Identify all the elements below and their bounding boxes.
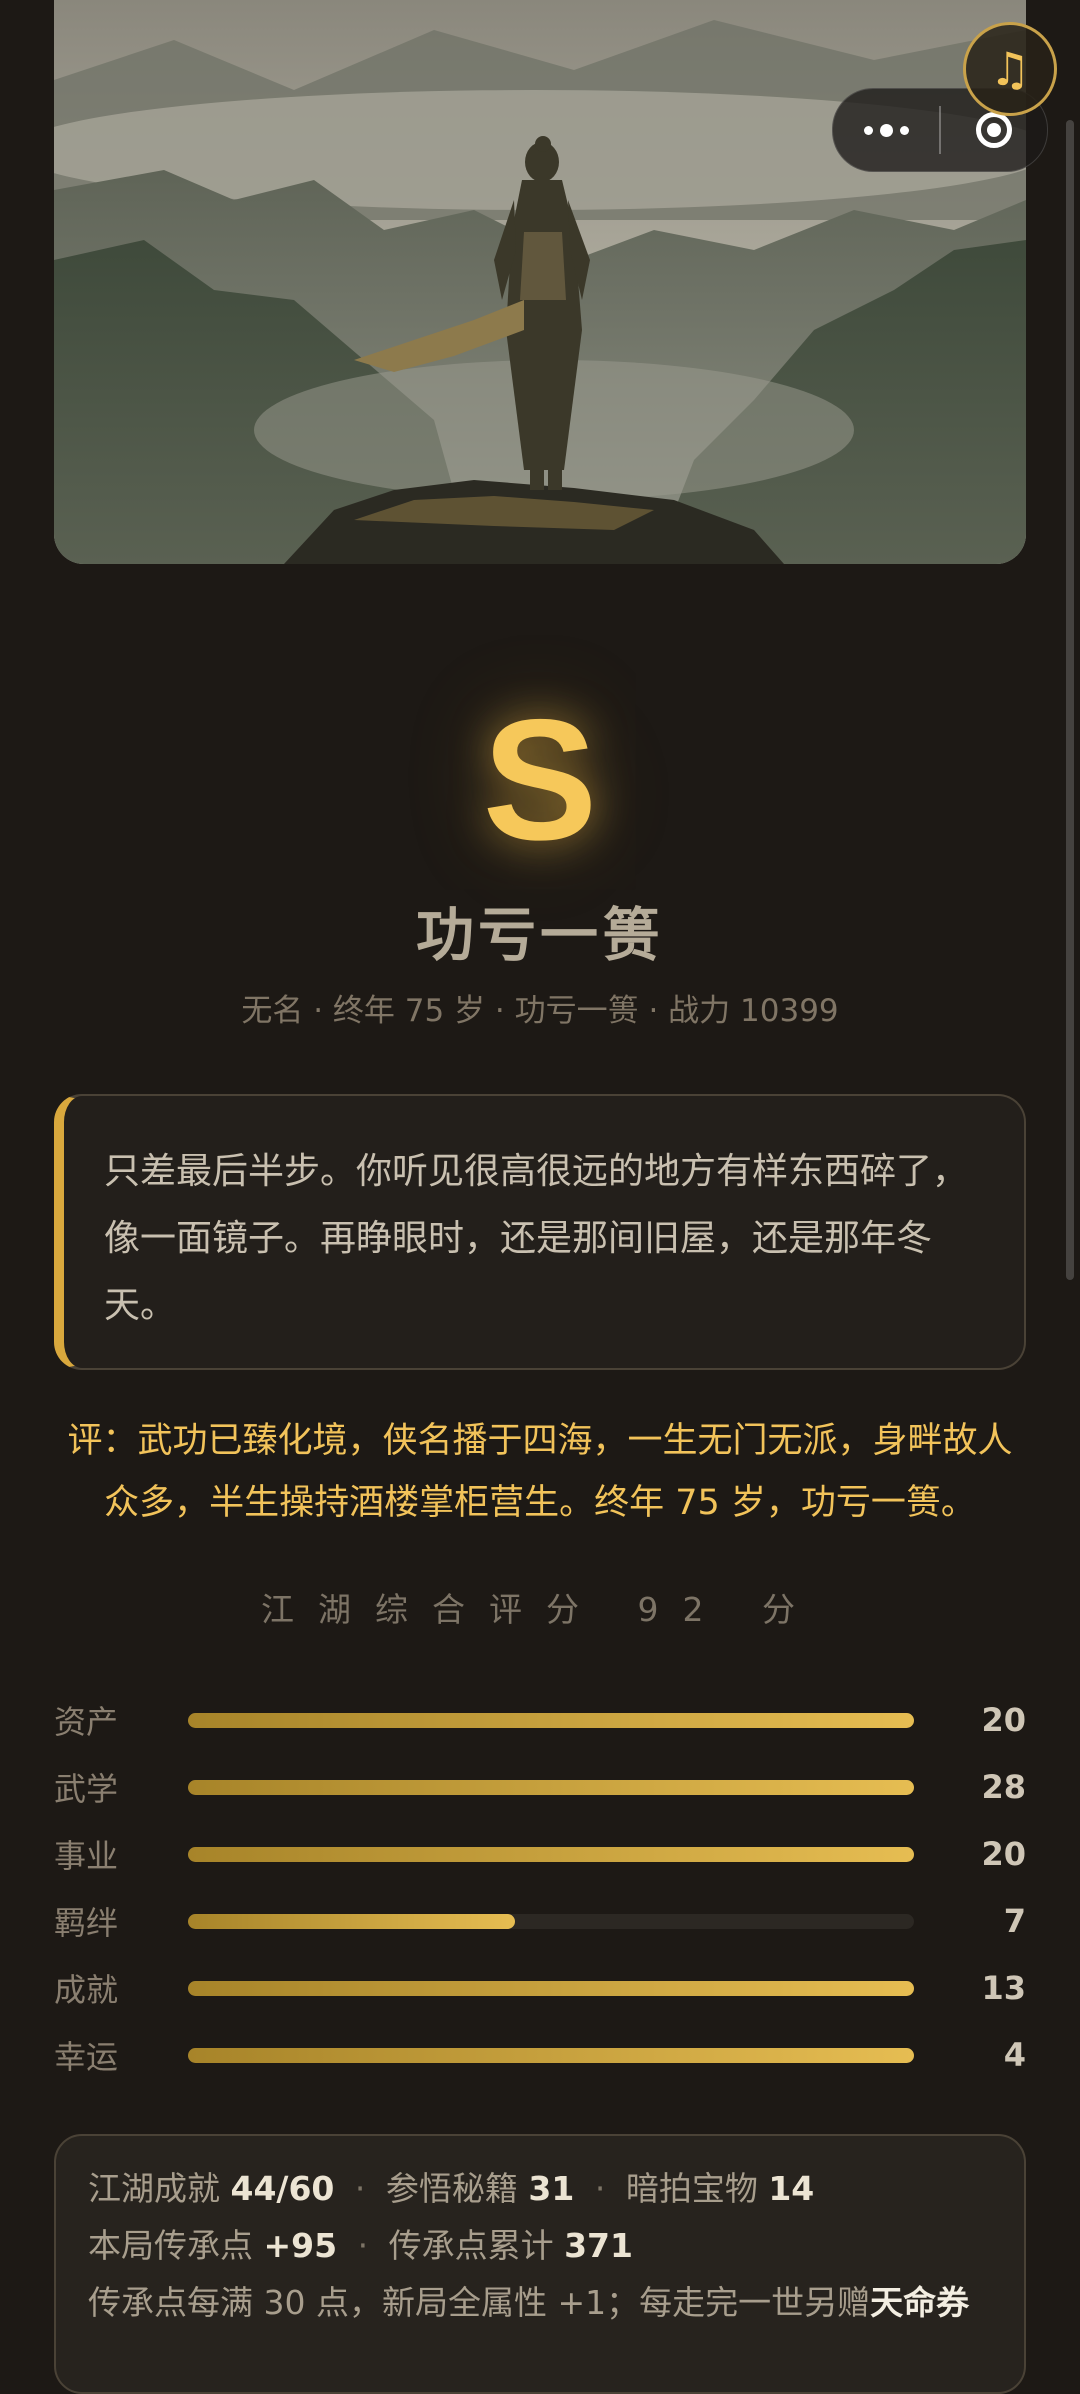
hero-image xyxy=(54,0,1026,564)
bar-row-martial: 武学 28 xyxy=(54,1759,1026,1815)
grade-letter: S xyxy=(482,684,598,876)
bar-row-assets: 资产 20 xyxy=(54,1692,1026,1748)
achievement-label: 江湖成就 xyxy=(88,2169,220,2208)
bar-fill-martial xyxy=(188,1779,914,1795)
bar-fill-career xyxy=(188,1846,914,1862)
bar-value: 20 xyxy=(981,1701,1026,1739)
total-points-label: 传承点累计 xyxy=(388,2226,554,2265)
bar-track xyxy=(188,1980,914,1996)
separator-dot: · xyxy=(594,2169,606,2208)
secrets-label: 参悟秘籍 xyxy=(385,2169,518,2208)
ending-narrative-text: 只差最后半步。你听见很高很远的地方有样东西碎了，像一面镜子。再睁眼时，还是那间旧… xyxy=(104,1151,969,1326)
legacy-stats-card: 江湖成就 44/60 · 参悟秘籍 31 · 暗拍宝物 14 本局传承点 +95… xyxy=(54,2134,1026,2394)
bar-value: 28 xyxy=(981,1768,1026,1806)
bar-value: 13 xyxy=(981,1969,1026,2007)
bar-value: 7 xyxy=(1003,1902,1026,1940)
bar-row-career: 事业 20 xyxy=(54,1826,1026,1882)
round-points-value: +95 xyxy=(263,2226,338,2265)
bar-track xyxy=(188,1779,914,1795)
bar-label: 武学 xyxy=(54,1770,119,1808)
bar-fill-luck xyxy=(188,2047,914,2063)
music-note-icon: ♫ xyxy=(989,42,1031,96)
overall-score: 江湖综合评分 92 分 xyxy=(261,1590,819,1629)
legacy-rule-text: 传承点每满 30 点，新局全属性 +1；每走完一世另赠 xyxy=(88,2283,871,2322)
fate-ticket-text: 天命券 xyxy=(870,2283,970,2322)
separator-dot: · xyxy=(354,2169,366,2208)
total-points-value: 371 xyxy=(564,2226,633,2265)
separator-dot: · xyxy=(357,2226,369,2265)
bar-fill-bonds xyxy=(188,1913,515,1929)
bar-label: 幸运 xyxy=(54,2038,119,2076)
ending-narrative-card: 只差最后半步。你听见很高很远的地方有样东西碎了，像一面镜子。再睁眼时，还是那间旧… xyxy=(54,1094,1026,1370)
bar-value: 20 xyxy=(981,1835,1026,1873)
more-icon xyxy=(863,125,873,135)
treasure-value: 14 xyxy=(768,2169,815,2208)
bar-track xyxy=(188,1913,914,1929)
more-button[interactable] xyxy=(833,89,939,171)
bar-label: 事业 xyxy=(54,1837,119,1875)
bar-row-bonds: 羁绊 7 xyxy=(54,1893,1026,1949)
bar-track xyxy=(188,1846,914,1862)
bar-label: 成就 xyxy=(54,1971,119,2009)
ending-meta: 无名 · 终年 75 岁 · 功亏一篑 · 战力 10399 xyxy=(241,993,839,1029)
stats-line-2: 本局传承点 +95 · 传承点累计 371 xyxy=(88,2217,992,2274)
achievement-value: 44/60 xyxy=(230,2169,335,2208)
bar-label: 资产 xyxy=(54,1703,119,1741)
bar-track xyxy=(188,1712,914,1728)
round-points-label: 本局传承点 xyxy=(88,2226,253,2265)
bar-value: 4 xyxy=(1003,2036,1026,2074)
target-close-icon xyxy=(976,112,1012,148)
bar-track xyxy=(188,2047,914,2063)
ending-title: 功亏一篑 xyxy=(415,901,664,969)
secrets-value: 31 xyxy=(528,2169,575,2208)
review-text: 评：武功已臻化境，侠名播于四海，一生无门无派，身畔故人众多，半生操持酒楼掌柜营生… xyxy=(67,1421,1013,1523)
stats-line-1: 江湖成就 44/60 · 参悟秘籍 31 · 暗拍宝物 14 xyxy=(88,2160,992,2217)
bar-row-achievement: 成就 13 xyxy=(54,1960,1026,2016)
stats-line-3: 传承点每满 30 点，新局全属性 +1；每走完一世另赠天命券 xyxy=(88,2274,992,2331)
bar-fill-achievement xyxy=(188,1980,914,1996)
music-toggle-button[interactable]: ♫ xyxy=(963,22,1057,116)
bar-label: 羁绊 xyxy=(54,1904,119,1942)
treasure-label: 暗拍宝物 xyxy=(625,2169,758,2208)
bar-row-luck: 幸运 4 xyxy=(54,2027,1026,2083)
bar-fill-assets xyxy=(188,1712,914,1728)
